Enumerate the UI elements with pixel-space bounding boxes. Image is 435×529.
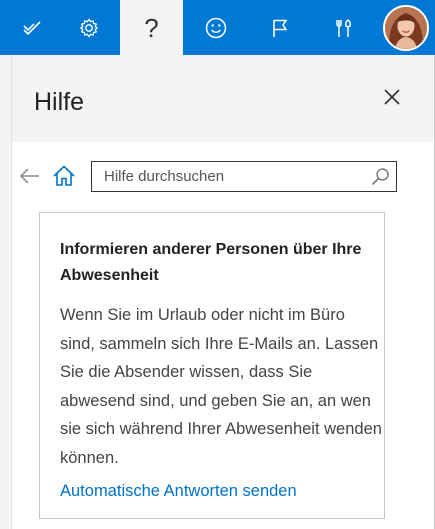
close-icon — [384, 89, 400, 105]
panel-left-strip — [0, 55, 12, 529]
close-button[interactable] — [380, 85, 404, 109]
article-body: Wenn Sie im Urlaub oder nicht im Büro si… — [60, 306, 382, 467]
search-input[interactable] — [92, 162, 374, 191]
back-arrow-icon — [19, 168, 39, 184]
checkmark-icon — [22, 20, 41, 35]
tools-button[interactable] — [312, 0, 375, 55]
settings-button[interactable] — [57, 0, 120, 55]
top-toolbar: ? — [0, 0, 435, 55]
avatar-image — [385, 7, 427, 49]
auto-reply-link[interactable]: Automatische Antworten senden — [60, 482, 297, 501]
gear-icon — [79, 17, 98, 38]
user-avatar[interactable] — [383, 5, 429, 51]
search-icon[interactable] — [370, 167, 390, 187]
flag-button[interactable] — [248, 0, 311, 55]
help-nav — [12, 142, 434, 212]
home-button[interactable] — [51, 163, 77, 194]
feedback-button[interactable] — [184, 0, 247, 55]
tools-icon — [335, 18, 351, 37]
help-button[interactable]: ? — [120, 0, 183, 55]
checkmark-button[interactable] — [0, 0, 63, 55]
page-title: Hilfe — [34, 88, 85, 116]
help-header: Hilfe — [12, 55, 434, 142]
smiley-icon — [205, 17, 226, 38]
back-button[interactable] — [18, 164, 42, 193]
help-article-card: Informieren anderer Personen über Ihre A… — [39, 212, 385, 519]
search-box[interactable] — [91, 161, 397, 192]
help-icon: ? — [144, 12, 159, 43]
flag-icon — [272, 19, 287, 37]
article-title: Informieren anderer Personen über Ihre A… — [60, 241, 362, 284]
home-icon — [53, 165, 75, 186]
